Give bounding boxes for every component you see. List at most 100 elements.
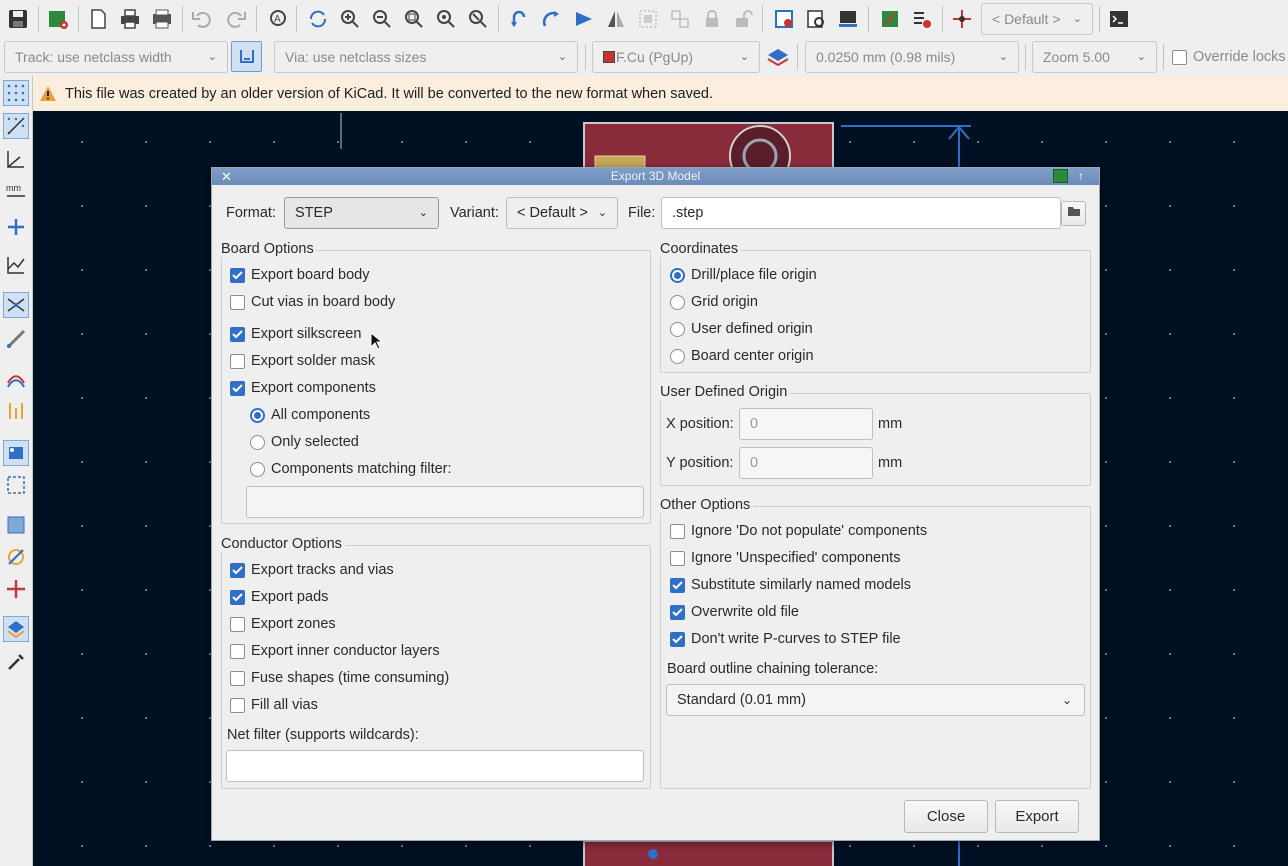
flip-icon[interactable] [570, 5, 598, 33]
export-zones-checkbox[interactable]: Export zones [230, 616, 336, 632]
user-defined-origin-radio[interactable]: User defined origin [670, 321, 813, 337]
browse-folder-button[interactable] [1061, 201, 1086, 226]
export-pads-checkbox[interactable]: Export pads [230, 589, 328, 605]
cut-vias-checkbox[interactable]: Cut vias in board body [230, 294, 395, 310]
plot-icon[interactable] [148, 5, 176, 33]
unlock-icon[interactable] [728, 5, 756, 33]
mouse-cursor-icon [370, 332, 382, 350]
grid-dropdown[interactable]: 0.0250 mm (0.98 mils) ⌄ [805, 41, 1019, 73]
x-position-input[interactable]: 0 [739, 408, 873, 440]
only-selected-radio[interactable]: Only selected [250, 434, 359, 450]
lock-icon[interactable] [698, 5, 726, 33]
drc-icon[interactable] [908, 5, 936, 33]
layer-dropdown[interactable]: F.Cu (PgUp) ⌄ [592, 41, 760, 73]
ratsnest-icon[interactable] [3, 252, 29, 278]
undo-icon[interactable] [188, 5, 216, 33]
fuse-shapes-checkbox[interactable]: Fuse shapes (time consuming) [230, 670, 449, 686]
export-tracks-checkbox[interactable]: Export tracks and vias [230, 562, 394, 578]
ignore-unspecified-checkbox[interactable]: Ignore 'Unspecified' components [670, 550, 900, 566]
fill-all-vias-checkbox[interactable]: Fill all vias [230, 697, 318, 713]
save-icon[interactable] [4, 5, 32, 33]
coordinates-title: Coordinates [660, 241, 742, 257]
variant-dropdown[interactable]: < Default > ⌄ [981, 3, 1093, 35]
grid-origin-radio[interactable]: Grid origin [670, 294, 758, 310]
zoom-dropdown[interactable]: Zoom 5.00 ⌄ [1032, 41, 1157, 73]
export-solder-mask-checkbox[interactable]: Export solder mask [230, 353, 375, 369]
group-icon[interactable] [634, 5, 662, 33]
track-width-dropdown[interactable]: Track: use netclass width ⌄ [4, 41, 228, 73]
ungroup-icon[interactable] [666, 5, 694, 33]
net-filter-input[interactable] [226, 750, 644, 782]
refresh-icon[interactable] [304, 5, 332, 33]
mirror-icon[interactable] [602, 5, 630, 33]
all-components-radio[interactable]: All components [250, 407, 370, 423]
dialog-titlebar[interactable]: Export 3D Model ✕ ↑ [212, 168, 1099, 185]
override-locks-checkbox[interactable]: Override locks [1172, 49, 1286, 65]
track-mode-icon[interactable] [3, 398, 29, 424]
layer-pair-icon[interactable] [765, 46, 791, 72]
footprint-browser-icon[interactable] [802, 5, 830, 33]
y-position-input[interactable]: 0 [739, 447, 873, 479]
footprint-editor-icon[interactable] [770, 5, 798, 33]
update-pcb-icon[interactable] [834, 5, 862, 33]
zone-fill-icon[interactable] [3, 512, 29, 538]
component-filter-input[interactable] [246, 486, 644, 518]
grid-overrides-icon[interactable] [3, 113, 29, 139]
chevron-down-icon: ⌄ [1061, 693, 1072, 707]
console-icon[interactable] [1105, 5, 1133, 33]
grid-toggle-icon[interactable] [3, 80, 29, 106]
variant-select[interactable]: < Default > ⌄ [506, 197, 618, 229]
board-center-origin-radio[interactable]: Board center origin [670, 348, 814, 364]
new-file-icon[interactable] [84, 5, 112, 33]
properties-icon[interactable] [3, 649, 29, 675]
zone-outline-icon[interactable] [3, 472, 29, 498]
substitute-models-checkbox[interactable]: Substitute similarly named models [670, 577, 911, 593]
file-label: File: [628, 205, 656, 221]
export-button[interactable]: Export [995, 800, 1079, 833]
polar-coords-icon[interactable] [3, 146, 29, 172]
cursor-icon[interactable] [3, 214, 29, 240]
format-dropdown[interactable]: STEP ⌄ [284, 197, 439, 229]
via-size-dropdown[interactable]: Via: use netclass sizes ⌄ [274, 41, 578, 73]
file-path-input[interactable]: .step [661, 197, 1061, 229]
export-components-checkbox[interactable]: Export components [230, 380, 376, 396]
zoom-area-icon[interactable] [464, 5, 492, 33]
close-icon[interactable]: ✕ [221, 168, 232, 185]
board-setup-icon[interactable] [44, 5, 72, 33]
ratsnest-curved-icon[interactable] [3, 366, 29, 392]
no-pcurves-checkbox[interactable]: Don't write P-curves to STEP file [670, 631, 901, 647]
drill-place-origin-radio[interactable]: Drill/place file origin [670, 267, 817, 283]
ignore-dnp-checkbox[interactable]: Ignore 'Do not populate' components [670, 523, 927, 539]
zoom-fit-icon[interactable] [400, 5, 428, 33]
net-highlight-icon[interactable] [3, 292, 29, 318]
route-icon[interactable] [3, 326, 29, 352]
print-icon[interactable] [116, 5, 144, 33]
scripting-icon[interactable] [876, 5, 904, 33]
redo-icon[interactable] [222, 5, 250, 33]
zoom-out-icon[interactable] [368, 5, 396, 33]
layers-manager-icon[interactable] [3, 616, 29, 642]
keep-above-icon[interactable]: ↑ [1078, 168, 1084, 185]
export-silkscreen-checkbox[interactable]: Export silkscreen [230, 326, 361, 342]
y-position-label: Y position: [666, 455, 734, 471]
units-icon[interactable]: mm [3, 179, 29, 205]
layer-contrast-icon[interactable] [3, 576, 29, 602]
auto-width-toggle-icon[interactable] [231, 41, 262, 72]
via-display-icon[interactable] [3, 440, 29, 466]
filter-components-radio[interactable]: Components matching filter: [250, 461, 452, 477]
tolerance-dropdown[interactable]: Standard (0.01 mm) ⌄ [666, 684, 1085, 716]
net-inspector-icon[interactable] [948, 5, 976, 33]
rotate-ccw-icon[interactable] [506, 5, 534, 33]
x-unit-label: mm [878, 416, 903, 432]
close-button[interactable]: Close [904, 800, 988, 833]
rotate-cw-icon[interactable] [538, 5, 566, 33]
export-board-body-checkbox[interactable]: Export board body [230, 267, 370, 283]
overwrite-file-checkbox[interactable]: Overwrite old file [670, 604, 799, 620]
zoom-in-icon[interactable] [336, 5, 364, 33]
pad-display-icon[interactable] [3, 544, 29, 570]
find-icon[interactable]: A [264, 5, 292, 33]
export-inner-layers-checkbox[interactable]: Export inner conductor layers [230, 643, 440, 659]
zoom-objects-icon[interactable] [432, 5, 460, 33]
dialog-title: Export 3D Model [610, 169, 701, 183]
svg-text:mm: mm [6, 183, 21, 193]
